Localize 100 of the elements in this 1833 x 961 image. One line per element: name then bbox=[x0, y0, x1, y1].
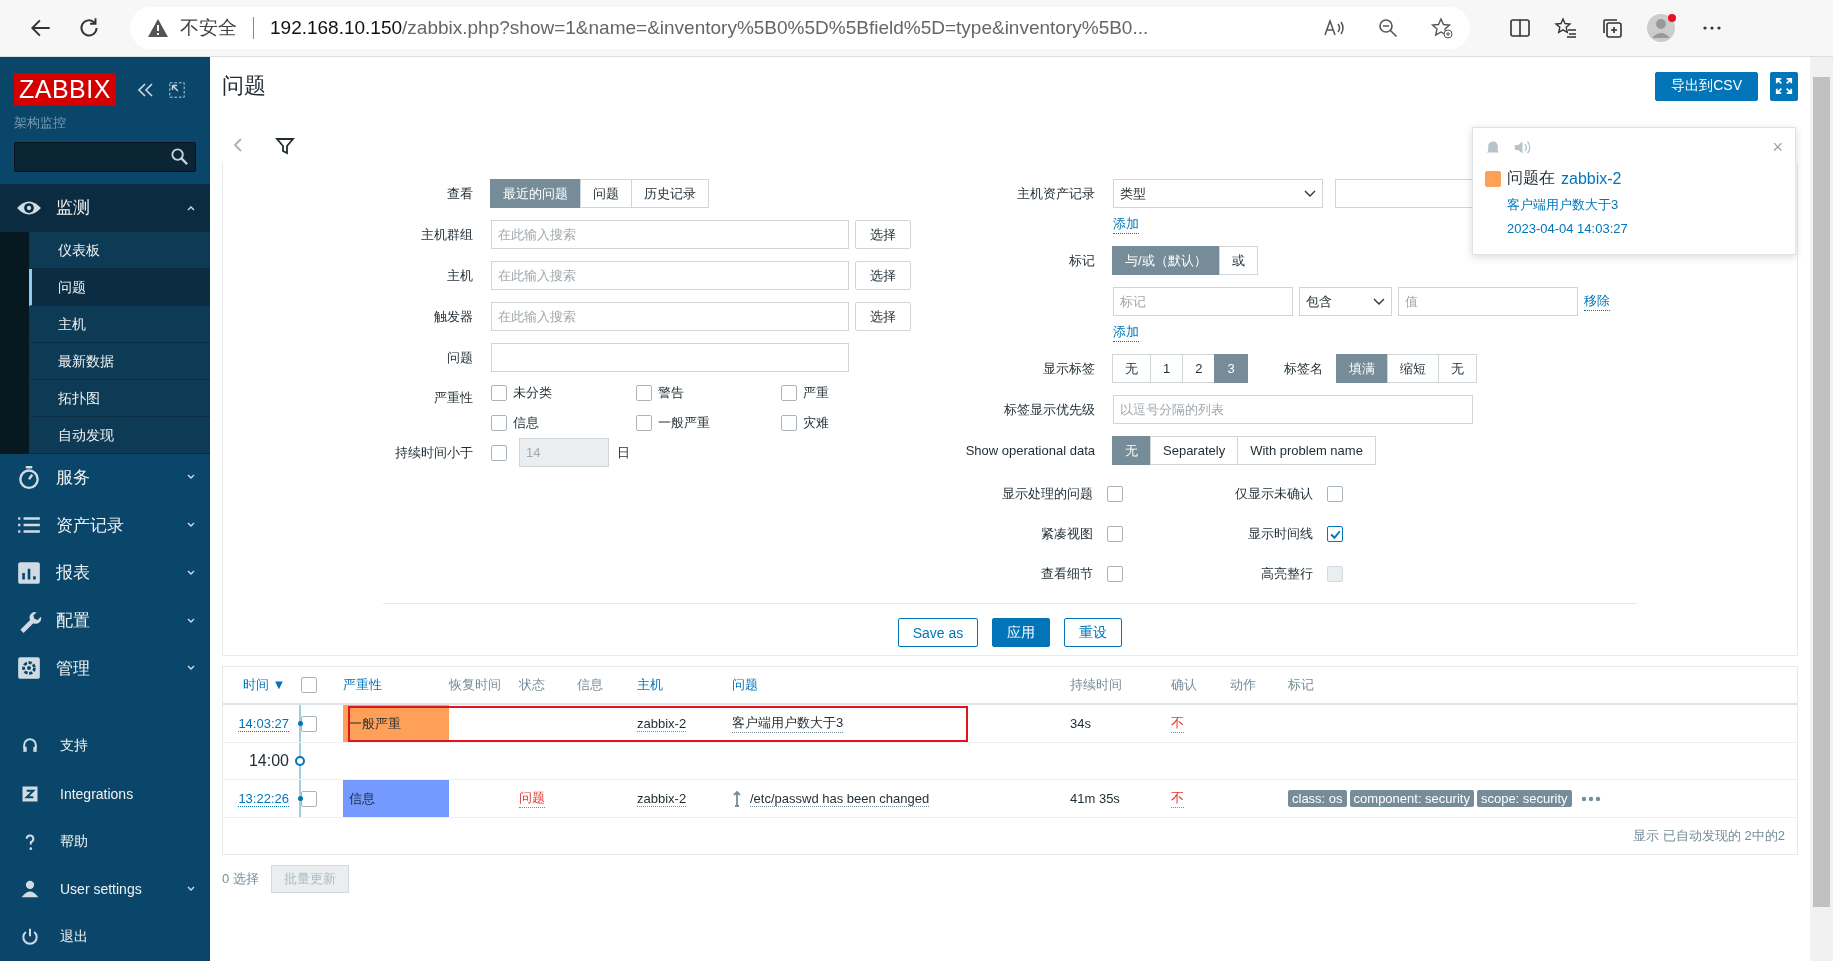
host-link[interactable]: zabbix-2 bbox=[637, 790, 687, 807]
checkbox[interactable] bbox=[781, 415, 797, 431]
search-icon[interactable] bbox=[170, 147, 189, 167]
checkbox[interactable] bbox=[636, 385, 652, 401]
checkbox[interactable] bbox=[1107, 566, 1123, 582]
column-header[interactable]: 严重性 bbox=[343, 676, 382, 694]
select-button[interactable]: 选择 bbox=[855, 220, 911, 249]
add-link[interactable]: 添加 bbox=[1113, 214, 1139, 234]
submenu-item[interactable]: 拓扑图 bbox=[29, 379, 210, 417]
tag-field[interactable]: 标记 bbox=[1113, 287, 1293, 316]
submenu-item[interactable]: 自动发现 bbox=[29, 416, 210, 454]
dropdown[interactable]: 类型 bbox=[1113, 179, 1323, 208]
tag-mode-option[interactable]: 或 bbox=[1218, 246, 1258, 275]
checkbox[interactable] bbox=[301, 715, 317, 732]
checkbox[interactable] bbox=[491, 444, 507, 461]
time-link[interactable]: 2023-04-04 14:03:27 bbox=[1507, 221, 1628, 236]
problem-link[interactable]: /etc/passwd has been changed bbox=[750, 790, 930, 807]
unit-label: 日 bbox=[617, 443, 630, 462]
value-field[interactable]: 值 bbox=[1398, 287, 1578, 316]
menu-item[interactable]: 报表 bbox=[0, 549, 210, 597]
bell-icon[interactable] bbox=[1485, 139, 1501, 155]
input-field[interactable] bbox=[491, 343, 849, 372]
split-screen-icon[interactable] bbox=[1508, 16, 1532, 40]
more-icon[interactable] bbox=[1580, 795, 1601, 802]
checkbox[interactable] bbox=[781, 385, 797, 401]
input-field[interactable]: 以逗号分隔的列表 bbox=[1113, 395, 1473, 424]
avatar-icon[interactable] bbox=[1646, 12, 1678, 44]
problem-link[interactable]: 客户端用户数大于3 bbox=[732, 714, 844, 733]
operational-data-option[interactable]: With problem name bbox=[1237, 436, 1376, 465]
filter-button[interactable]: 应用 bbox=[992, 618, 1051, 647]
menu-item[interactable]: User settings bbox=[0, 865, 210, 914]
checkbox[interactable] bbox=[636, 415, 652, 431]
show-tags-option[interactable]: 2 bbox=[1182, 354, 1216, 383]
severity-cell: 信息 bbox=[343, 780, 449, 817]
add-link[interactable]: 添加 bbox=[1113, 322, 1139, 342]
logo[interactable]: ZABBIX bbox=[14, 73, 116, 106]
timeline-label: 14:00 bbox=[248, 752, 289, 770]
select-button[interactable]: 选择 bbox=[855, 302, 911, 331]
checkbox[interactable] bbox=[491, 385, 507, 401]
menu-item[interactable]: 资产记录 bbox=[0, 501, 210, 550]
host-link[interactable]: zabbix-2 bbox=[1561, 169, 1622, 188]
kiosk-mode-icon[interactable] bbox=[167, 80, 186, 99]
dropdown[interactable]: 包含 bbox=[1299, 287, 1392, 316]
checkbox[interactable] bbox=[1327, 526, 1343, 542]
address-bar[interactable]: 不安全 192.168.10.150/zabbix.php?show=1&name=&inventory%5B0%5D%5Bfield%5D=type&inventory%5B0... bbox=[130, 7, 1470, 49]
menu-item[interactable]: 服务 bbox=[0, 453, 210, 502]
column-header[interactable]: 问题 bbox=[732, 676, 758, 694]
problem-link[interactable]: 客户端用户数大于3 bbox=[1507, 196, 1619, 214]
menu-item[interactable]: 管理 bbox=[0, 644, 210, 693]
menu-item[interactable]: 监测 bbox=[0, 183, 210, 232]
menu-item[interactable]: 支持 bbox=[0, 722, 210, 770]
acknowledge-link[interactable]: 不 bbox=[1171, 789, 1184, 808]
duration-text: 34s bbox=[1070, 715, 1092, 733]
export-button[interactable]: 导出到CSV bbox=[1655, 71, 1758, 101]
submenu-item[interactable]: 最新数据 bbox=[29, 342, 210, 380]
tag-name-option[interactable]: 缩短 bbox=[1386, 354, 1439, 383]
field-label: 主机资产记录 bbox=[1016, 184, 1096, 203]
favorites-icon[interactable] bbox=[1554, 16, 1578, 40]
zoom-out-icon[interactable] bbox=[1376, 16, 1400, 40]
select-button[interactable]: 选择 bbox=[855, 261, 911, 290]
submenu-item[interactable]: 主机 bbox=[29, 305, 210, 343]
show-tags-option[interactable]: 1 bbox=[1150, 354, 1184, 383]
view-option[interactable]: 问题 bbox=[580, 179, 632, 208]
show-tags-option[interactable]: 无 bbox=[1112, 354, 1151, 383]
tag: component: security bbox=[1349, 790, 1474, 807]
menu-item[interactable]: Integrations bbox=[0, 769, 210, 818]
security-label: 不安全 bbox=[180, 16, 237, 40]
operational-data-option[interactable]: Separately bbox=[1150, 436, 1239, 465]
menu-item[interactable]: 退出 bbox=[0, 913, 210, 961]
column-header: 信息 bbox=[577, 676, 603, 694]
view-option[interactable]: 历史记录 bbox=[631, 179, 709, 208]
remove-link[interactable]: 移除 bbox=[1584, 292, 1610, 311]
menu-item[interactable]: 配置 bbox=[0, 596, 210, 645]
scrollbar[interactable] bbox=[1810, 57, 1833, 961]
checkbox[interactable] bbox=[1107, 486, 1123, 502]
tag: class: os bbox=[1288, 790, 1347, 807]
checkbox[interactable] bbox=[301, 790, 317, 807]
filter-button[interactable]: Save as bbox=[897, 618, 979, 647]
time-link[interactable]: 14:03:27 bbox=[238, 715, 289, 732]
time-link[interactable]: 13:22:26 bbox=[238, 790, 289, 807]
star-plus-icon[interactable] bbox=[1430, 16, 1454, 40]
submenu-item[interactable]: 问题 bbox=[29, 268, 210, 306]
submenu-item[interactable]: 仪表板 bbox=[29, 231, 210, 269]
search-field[interactable] bbox=[14, 142, 196, 172]
notification-title: 问题在 bbox=[1507, 168, 1555, 188]
host-link[interactable]: zabbix-2 bbox=[637, 715, 687, 732]
fullscreen-button[interactable] bbox=[1770, 71, 1798, 101]
column-header[interactable]: 主机 bbox=[637, 676, 663, 694]
checkbox[interactable] bbox=[1107, 526, 1123, 542]
acknowledge-link[interactable]: 不 bbox=[1171, 714, 1184, 733]
collections-icon[interactable] bbox=[1600, 16, 1624, 40]
column-header[interactable]: 时间 ▼ bbox=[243, 676, 286, 694]
checkbox[interactable] bbox=[1327, 486, 1343, 502]
menu-item[interactable]: 帮助 bbox=[0, 817, 210, 866]
field-label: 查看 bbox=[446, 184, 474, 203]
filter-button[interactable]: 重设 bbox=[1064, 618, 1123, 647]
checkbox-label: 灾难 bbox=[803, 414, 829, 432]
checkbox[interactable] bbox=[491, 415, 507, 431]
checkbox[interactable] bbox=[301, 677, 317, 693]
tag-name-option[interactable]: 无 bbox=[1437, 354, 1477, 383]
